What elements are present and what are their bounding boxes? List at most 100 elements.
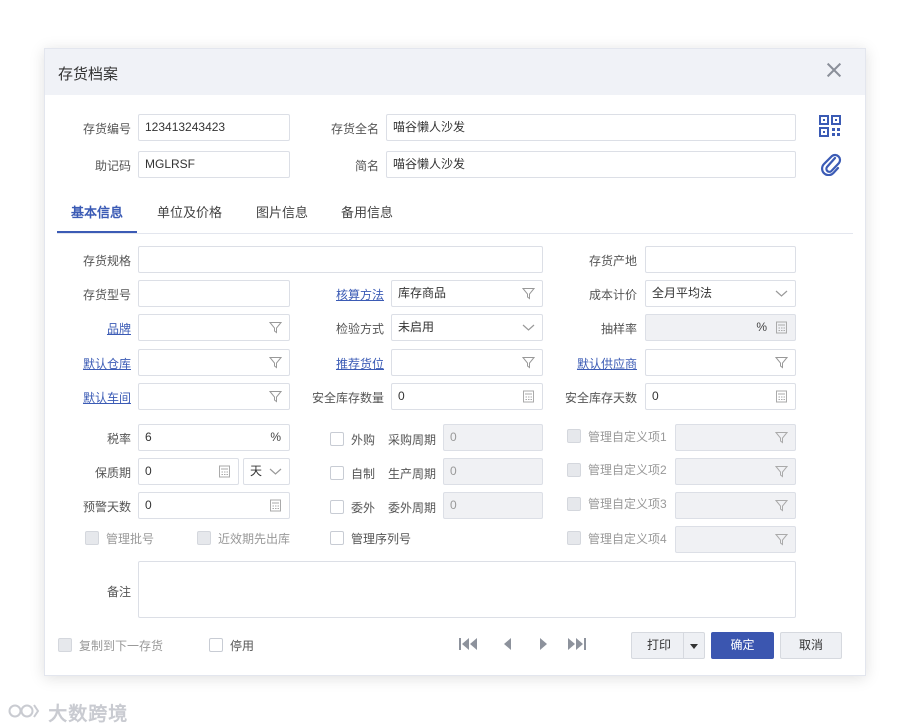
supplier-select[interactable] [645,349,796,376]
custom4-checkbox [567,531,581,545]
next-record-icon[interactable] [532,636,554,652]
supplier-link[interactable]: 默认供应商 [565,357,637,371]
spec-input[interactable] [138,246,543,273]
safety-days-input[interactable]: 0 [645,383,796,410]
copy-next-label: 复制到下一存货 [79,639,164,653]
filter-icon [775,431,788,444]
production-cycle-input: 0 [443,458,543,485]
shortname-label: 简名 [354,159,379,173]
shortname-input[interactable]: 喵谷懒人沙发 [386,151,796,178]
tab-backup-info[interactable]: 备用信息 [341,202,393,221]
costing-label: 成本计价 [588,288,637,302]
fefo-label: 近效期先出库 [218,532,291,546]
mnemonic-input[interactable]: MGLRSF [138,151,290,178]
calculator-icon [775,321,788,334]
print-button[interactable]: 打印 [631,632,705,659]
origin-input[interactable] [645,246,796,273]
brand-select[interactable] [138,314,290,341]
close-icon[interactable] [825,61,843,79]
filter-icon[interactable] [269,356,282,369]
warn-input[interactable]: 0 [138,492,290,519]
purchase-cycle-input: 0 [443,424,543,451]
tab-basic-info[interactable]: 基本信息 [71,202,123,221]
calculator-icon[interactable] [218,465,231,478]
safety-days-label: 安全库存天数 [564,391,637,405]
brand-link[interactable]: 品牌 [67,322,131,336]
chevron-down-icon[interactable] [775,287,788,300]
inspect-select[interactable]: 未启用 [391,314,543,341]
calculator-icon[interactable] [522,390,535,403]
sample-label: 抽样率 [600,322,637,336]
warn-value: 0 [145,498,152,512]
filter-icon[interactable] [775,356,788,369]
model-input[interactable] [138,280,290,307]
filter-icon[interactable] [522,287,535,300]
custom3-select [675,492,796,519]
workshop-select[interactable] [138,383,290,410]
tax-label: 税率 [106,432,131,446]
tab-images[interactable]: 图片信息 [256,202,308,221]
remark-textarea[interactable] [138,561,796,618]
first-record-icon[interactable] [458,636,480,652]
fullname-input[interactable]: 喵谷懒人沙发 [386,114,796,141]
warehouse-select[interactable] [138,349,290,376]
warehouse-link[interactable]: 默认仓库 [67,357,131,371]
serial-checkbox[interactable] [330,531,344,545]
accounting-link[interactable]: 核算方法 [305,288,384,302]
remark-label: 备注 [106,585,131,599]
watermark: 大数跨境 [8,699,128,726]
accounting-select[interactable]: 库存商品 [391,280,543,307]
outsource-checkbox[interactable] [330,500,344,514]
outsource-buy-checkbox[interactable] [330,432,344,446]
safety-qty-label: 安全库存数量 [311,391,384,405]
workshop-link[interactable]: 默认车间 [67,391,131,405]
tax-value: 6 [145,430,152,444]
qr-code-icon[interactable] [819,115,841,137]
cancel-button[interactable]: 取消 [780,632,842,659]
paperclip-icon[interactable] [820,152,842,177]
mnemonic-label: 助记码 [94,159,131,173]
filter-icon [775,465,788,478]
filter-icon[interactable] [269,390,282,403]
costing-value: 全月平均法 [652,286,713,300]
calculator-icon[interactable] [269,499,282,512]
code-label: 存货编号 [82,122,131,136]
title-bar: 存货档案 [45,49,865,95]
dialog-title: 存货档案 [58,66,119,83]
brand-logo-icon [8,702,40,726]
custom3-label: 管理自定义项3 [588,497,667,511]
safety-qty-input[interactable]: 0 [391,383,543,410]
model-label: 存货型号 [82,288,131,302]
ok-button[interactable]: 确定 [711,632,774,659]
custom1-checkbox [567,429,581,443]
chevron-down-icon[interactable] [522,321,535,334]
tax-input[interactable]: 6 % [138,424,290,451]
print-divider [683,633,684,658]
custom2-select [675,458,796,485]
chevron-down-icon[interactable] [269,465,282,478]
batch-label: 管理批号 [106,532,155,546]
filter-icon [775,533,788,546]
location-select[interactable] [391,349,543,376]
custom1-select [675,424,796,451]
disable-checkbox[interactable] [209,638,223,652]
filter-icon[interactable] [269,321,282,334]
shelf-unit-value: 天 [250,464,263,478]
shelf-input[interactable]: 0 [138,458,239,485]
tab-unit-price[interactable]: 单位及价格 [157,202,222,221]
safety-days-value: 0 [652,389,659,403]
purchase-cycle-label: 采购周期 [387,433,436,447]
outsource-label: 委外 [351,501,376,515]
custom1-label: 管理自定义项1 [588,430,667,444]
prev-record-icon[interactable] [498,636,520,652]
code-input[interactable]: 123413243423 [138,114,290,141]
filter-icon[interactable] [522,356,535,369]
location-link[interactable]: 推荐货位 [305,357,384,371]
last-record-icon[interactable] [566,636,588,652]
caret-down-icon[interactable] [690,644,698,649]
self-made-checkbox[interactable] [330,466,344,480]
shelf-unit-select[interactable]: 天 [243,458,290,485]
copy-next-checkbox [58,638,72,652]
costing-select[interactable]: 全月平均法 [645,280,796,307]
calculator-icon[interactable] [775,390,788,403]
